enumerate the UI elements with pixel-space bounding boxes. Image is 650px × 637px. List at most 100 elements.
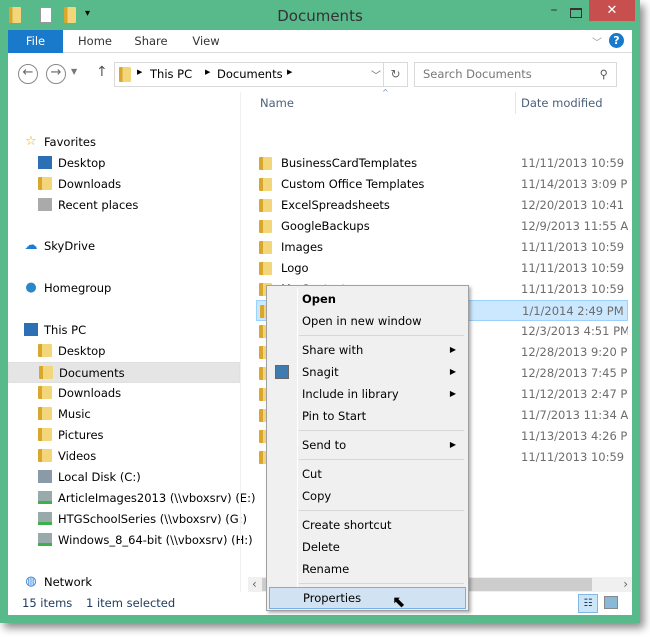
menu-item-open[interactable]: Open [269,288,466,310]
file-row[interactable]: ExcelSpreadsheets 12/20/2013 10:41 ... [256,195,628,216]
search-input[interactable]: Search Documents ⚲ [414,62,617,87]
computer-icon [24,323,38,336]
nav-item[interactable]: This PC [8,320,240,341]
menu-item-create-shortcut[interactable]: Create shortcut [269,514,466,536]
nav-item[interactable]: Downloads [8,174,240,195]
chevron-right-icon[interactable]: ▶ [287,68,292,76]
nav-item[interactable]: Local Disk (C:) [8,467,240,488]
nav-item[interactable]: Desktop [8,153,240,174]
menu-separator [299,459,464,460]
menu-item-label: Snagit [302,365,339,379]
menu-separator [299,430,464,431]
address-dropdown-icon[interactable]: ﹀ [371,67,381,82]
expand-ribbon-icon[interactable]: ﹀ [592,34,602,49]
menu-item-delete[interactable]: Delete [269,536,466,558]
column-header-name[interactable]: Name [260,96,294,110]
close-button[interactable]: ✕ [589,0,635,21]
nav-item-label: Desktop [58,156,106,170]
file-date-modified: 11/11/2013 10:59 ... [521,282,628,296]
menu-item-label: Include in library [302,387,399,401]
nav-item[interactable]: ☁ SkyDrive [8,236,240,257]
up-button[interactable]: ↑ [96,64,108,80]
file-date-modified: 11/7/2013 11:34 AM [521,408,628,422]
tab-home[interactable]: Home [70,30,120,53]
search-placeholder: Search Documents [423,67,532,81]
nav-item[interactable]: Desktop [8,341,240,362]
file-date-modified: 12/28/2013 9:20 PM [521,345,628,359]
mouse-cursor-icon: ⬉ [392,592,406,611]
breadcrumb-documents[interactable]: Documents [217,67,283,81]
customize-quick-access-icon[interactable]: ▾ [85,8,90,19]
menu-item-share-with[interactable]: Share with ▶ [269,339,466,361]
desktop-icon [38,156,52,169]
menu-item-cut[interactable]: Cut [269,463,466,485]
menu-separator [299,583,464,584]
menu-item-label: Copy [302,489,332,503]
menu-item-send-to[interactable]: Send to ▶ [269,434,466,456]
chevron-right-icon[interactable]: ▶ [205,68,210,76]
menu-item-rename[interactable]: Rename [269,558,466,580]
file-name: Logo [281,261,309,275]
nav-item[interactable]: Windows_8_64-bit (\\vboxsrv) (H:) [8,530,253,551]
details-view-button[interactable]: ☷ [578,594,598,613]
nav-item[interactable]: HTGSchoolSeries (\\vboxsrv) (G:) [8,509,247,530]
column-header-date-modified[interactable]: Date modified [521,96,603,110]
nav-item-label: Homegroup [44,281,112,295]
file-date-modified: 12/20/2013 10:41 ... [521,198,628,212]
new-folder-quick-access-icon[interactable] [64,7,76,23]
menu-item-label: Delete [302,540,340,554]
nav-item[interactable]: ArticleImages2013 (\\vboxsrv) (E:) [8,488,255,509]
back-button[interactable]: ← [18,64,38,84]
minimize-button[interactable]: – [540,2,568,22]
menu-item-snagit[interactable]: Snagit ▶ [269,361,466,383]
file-row[interactable]: GoogleBackups 12/9/2013 11:55 AM [256,216,628,237]
help-icon[interactable]: ? [609,33,624,48]
drive-icon [38,470,52,483]
column-divider[interactable] [515,92,516,114]
folder-icon [259,220,272,233]
file-row[interactable]: BusinessCardTemplates 11/11/2013 10:59 ..… [256,153,628,174]
forward-button[interactable]: → [46,64,66,84]
menu-item-label: Rename [302,562,350,576]
refresh-button[interactable]: ↻ [383,63,407,86]
tab-view[interactable]: View [184,30,228,53]
nav-item[interactable]: Music [8,404,240,425]
folder-icon [38,344,52,357]
chevron-right-icon: ▶ [137,68,143,76]
menu-item-properties[interactable]: Properties [269,587,466,609]
properties-quick-access-icon[interactable] [40,7,52,23]
nav-item[interactable]: Pictures [8,425,240,446]
search-icon[interactable]: ⚲ [600,63,608,86]
file-date-modified: 11/11/2013 10:59 ... [521,156,628,170]
menu-item-label: Cut [302,467,322,481]
menu-item-include-in-library[interactable]: Include in library ▶ [269,383,466,405]
scroll-right-icon[interactable]: › [623,577,628,591]
menu-item-open-in-new-window[interactable]: Open in new window [269,310,466,332]
nav-item-label: This PC [44,323,87,337]
tab-file[interactable]: File [8,30,63,53]
file-row[interactable]: Logo 11/11/2013 10:59 ... [256,258,628,279]
menu-item-copy[interactable]: Copy [269,485,466,507]
file-row[interactable]: Images 11/11/2013 10:59 ... [256,237,628,258]
recent-locations-icon[interactable]: ▼ [71,67,77,76]
nav-item[interactable]: ☆ Favorites [8,132,240,153]
pane-divider[interactable] [240,92,241,592]
folder-icon [259,178,272,191]
maximize-button[interactable] [570,8,582,18]
nav-item[interactable]: ● Homegroup [8,278,240,299]
folder-icon [119,67,131,82]
menu-item-pin-to-start[interactable]: Pin to Start [269,405,466,427]
submenu-arrow-icon: ▶ [449,440,456,449]
breadcrumb-this-pc[interactable]: This PC [150,67,192,81]
large-icons-view-button[interactable] [604,596,618,609]
scroll-left-icon[interactable]: ‹ [252,577,257,591]
file-row[interactable]: Custom Office Templates 11/14/2013 3:09 P… [256,174,628,195]
nav-item[interactable]: Videos [8,446,240,467]
nav-item[interactable]: Recent places [8,195,240,216]
submenu-arrow-icon: ▶ [449,389,456,398]
nav-item[interactable]: ◍ Network [8,572,240,593]
nav-item[interactable]: Downloads [8,383,240,404]
tab-share[interactable]: Share [127,30,175,53]
address-bar[interactable]: ▶ This PC ▶ Documents ▶ ﹀ ↻ [114,62,408,87]
nav-item[interactable]: Documents [8,362,240,383]
